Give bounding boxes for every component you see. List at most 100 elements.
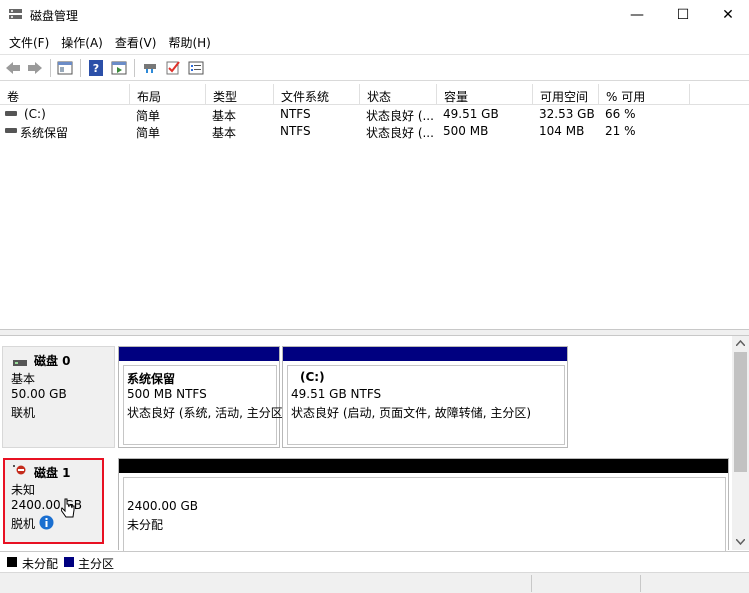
partition-unallocated[interactable]: 2400.00 GB 未分配: [118, 458, 729, 551]
column-header-status[interactable]: 状态: [360, 84, 437, 105]
partition-name: (C:): [300, 370, 325, 384]
toolbar-separator: [80, 59, 81, 77]
volume-icon: [5, 111, 17, 116]
volume-list: 卷 布局 类型 文件系统 状态 容量 可用空间 % 可用 (C:) 简单 基本 …: [0, 84, 749, 330]
title-bar: 磁盘管理 — ☐ ✕: [0, 0, 749, 30]
legend-label-unallocated: 未分配: [22, 557, 59, 571]
minimize-icon: —: [630, 7, 644, 23]
svg-text:?: ?: [93, 62, 99, 75]
status-separator: [531, 575, 532, 592]
table-row[interactable]: 系统保留 简单 基本 NTFS 状态良好 (... 500 MB 104 MB …: [0, 123, 749, 140]
action-pane-button[interactable]: [109, 59, 129, 77]
show-hide-console-tree-button[interactable]: [55, 59, 75, 77]
close-button[interactable]: ✕: [705, 0, 749, 30]
column-header-percent-free[interactable]: % 可用: [599, 84, 690, 105]
check-button[interactable]: [163, 59, 183, 77]
mouse-cursor-icon: [61, 498, 75, 518]
partition-status: 未分配: [127, 518, 164, 532]
partition-inner: 2400.00 GB 未分配: [123, 477, 726, 551]
scroll-thumb[interactable]: [734, 352, 747, 472]
partition-inner: (C:) 49.51 GB NTFS 状态良好 (启动, 页面文件, 故障转储,…: [287, 365, 565, 445]
back-button[interactable]: [3, 59, 23, 77]
disk-1-type: 未知: [11, 483, 36, 497]
properties-list-button[interactable]: [186, 59, 206, 77]
disk-0-title: 磁盘 0: [34, 354, 71, 368]
back-icon: [6, 62, 20, 74]
info-icon[interactable]: [39, 515, 54, 530]
legend-swatch-primary: [64, 557, 74, 567]
close-icon: ✕: [722, 7, 734, 23]
column-header-type[interactable]: 类型: [206, 84, 274, 105]
legend-label-primary: 主分区: [78, 557, 115, 571]
scroll-down-icon[interactable]: [736, 539, 745, 545]
cell-type: 基本: [212, 109, 237, 123]
legend-swatch-unallocated: [7, 557, 17, 567]
cell-filesystem: NTFS: [280, 124, 311, 138]
partition-status: 状态良好 (系统, 活动, 主分区): [127, 406, 288, 420]
help-icon: ?: [89, 60, 103, 76]
forward-icon: [28, 62, 42, 74]
partition-inner: 系统保留 500 MB NTFS 状态良好 (系统, 活动, 主分区): [123, 365, 287, 445]
cell-status: 状态良好 (...: [366, 126, 434, 140]
partition-size-fs: 500 MB NTFS: [127, 387, 207, 401]
disk-offline-icon: [13, 465, 26, 475]
status-bar: [0, 572, 749, 593]
cell-capacity: 500 MB: [443, 124, 489, 138]
cell-percent-free: 21 %: [605, 124, 636, 138]
disk-icon: [13, 360, 27, 366]
volume-list-header: 卷 布局 类型 文件系统 状态 容量 可用空间 % 可用: [0, 84, 749, 105]
column-header-volume[interactable]: 卷: [0, 84, 130, 105]
menu-action[interactable]: 操作(A): [55, 31, 109, 53]
toolbar: ?: [0, 54, 749, 81]
cell-capacity: 49.51 GB: [443, 107, 499, 121]
maximize-button[interactable]: ☐: [660, 0, 706, 30]
action-pane-icon: [111, 61, 127, 75]
connect-disk-button[interactable]: [140, 59, 160, 77]
forward-button[interactable]: [25, 59, 45, 77]
toolbar-separator: [50, 59, 51, 77]
partition-size-fs: 49.51 GB NTFS: [291, 387, 382, 401]
partition-system-reserved[interactable]: 系统保留 500 MB NTFS 状态良好 (系统, 活动, 主分区): [118, 346, 287, 448]
cell-free-space: 104 MB: [539, 124, 585, 138]
maximize-icon: ☐: [676, 7, 690, 23]
column-header-layout[interactable]: 布局: [130, 84, 206, 105]
window-title: 磁盘管理: [30, 9, 79, 23]
vertical-scrollbar[interactable]: [732, 336, 749, 550]
cell-layout: 简单: [136, 109, 161, 123]
partition-c-drive[interactable]: (C:) 49.51 GB NTFS 状态良好 (启动, 页面文件, 故障转储,…: [282, 346, 568, 448]
cell-free-space: 32.53 GB: [539, 107, 595, 121]
minimize-button[interactable]: —: [614, 0, 660, 30]
disk-0-type: 基本: [11, 372, 36, 386]
help-button[interactable]: ?: [86, 59, 106, 77]
disk-0-label[interactable]: 磁盘 0 基本 50.00 GB 联机: [2, 346, 115, 448]
properties-list-icon: [188, 61, 204, 75]
unallocated-bar: [119, 459, 728, 473]
cell-filesystem: NTFS: [280, 107, 311, 121]
check-icon: [166, 61, 180, 75]
legend: 未分配 主分区: [0, 551, 749, 571]
menu-file[interactable]: 文件(F): [3, 31, 55, 53]
connect-disk-icon: [144, 64, 156, 73]
menu-bar: 文件(F) 操作(A) 查看(V) 帮助(H): [0, 31, 749, 53]
partition-size: 2400.00 GB: [127, 499, 198, 513]
table-row[interactable]: (C:) 简单 基本 NTFS 状态良好 (... 49.51 GB 32.53…: [0, 106, 749, 123]
menu-view[interactable]: 查看(V): [109, 31, 163, 53]
show-hide-console-tree-icon: [57, 61, 73, 75]
disk-1-title: 磁盘 1: [34, 466, 71, 480]
toolbar-separator: [134, 59, 135, 77]
cell-layout: 简单: [136, 126, 161, 140]
primary-partition-bar: [119, 347, 279, 361]
column-header-free-space[interactable]: 可用空间: [533, 84, 599, 105]
disk-graphical-view: 磁盘 0 基本 50.00 GB 联机 系统保留 500 MB NTFS 状态良…: [0, 336, 732, 551]
disk-1-label[interactable]: 磁盘 1 未知 2400.00 GB 脱机: [3, 458, 104, 544]
partition-name: 系统保留: [127, 372, 176, 386]
column-header-capacity[interactable]: 容量: [437, 84, 533, 105]
column-header-filesystem[interactable]: 文件系统: [274, 84, 360, 105]
partition-status: 状态良好 (启动, 页面文件, 故障转储, 主分区): [291, 406, 532, 420]
cell-type: 基本: [212, 126, 237, 140]
disk-0-state: 联机: [11, 406, 36, 420]
cell-percent-free: 66 %: [605, 107, 636, 121]
scroll-up-icon[interactable]: [736, 340, 745, 346]
disk-0-size: 50.00 GB: [11, 387, 67, 401]
menu-help[interactable]: 帮助(H): [162, 31, 216, 53]
